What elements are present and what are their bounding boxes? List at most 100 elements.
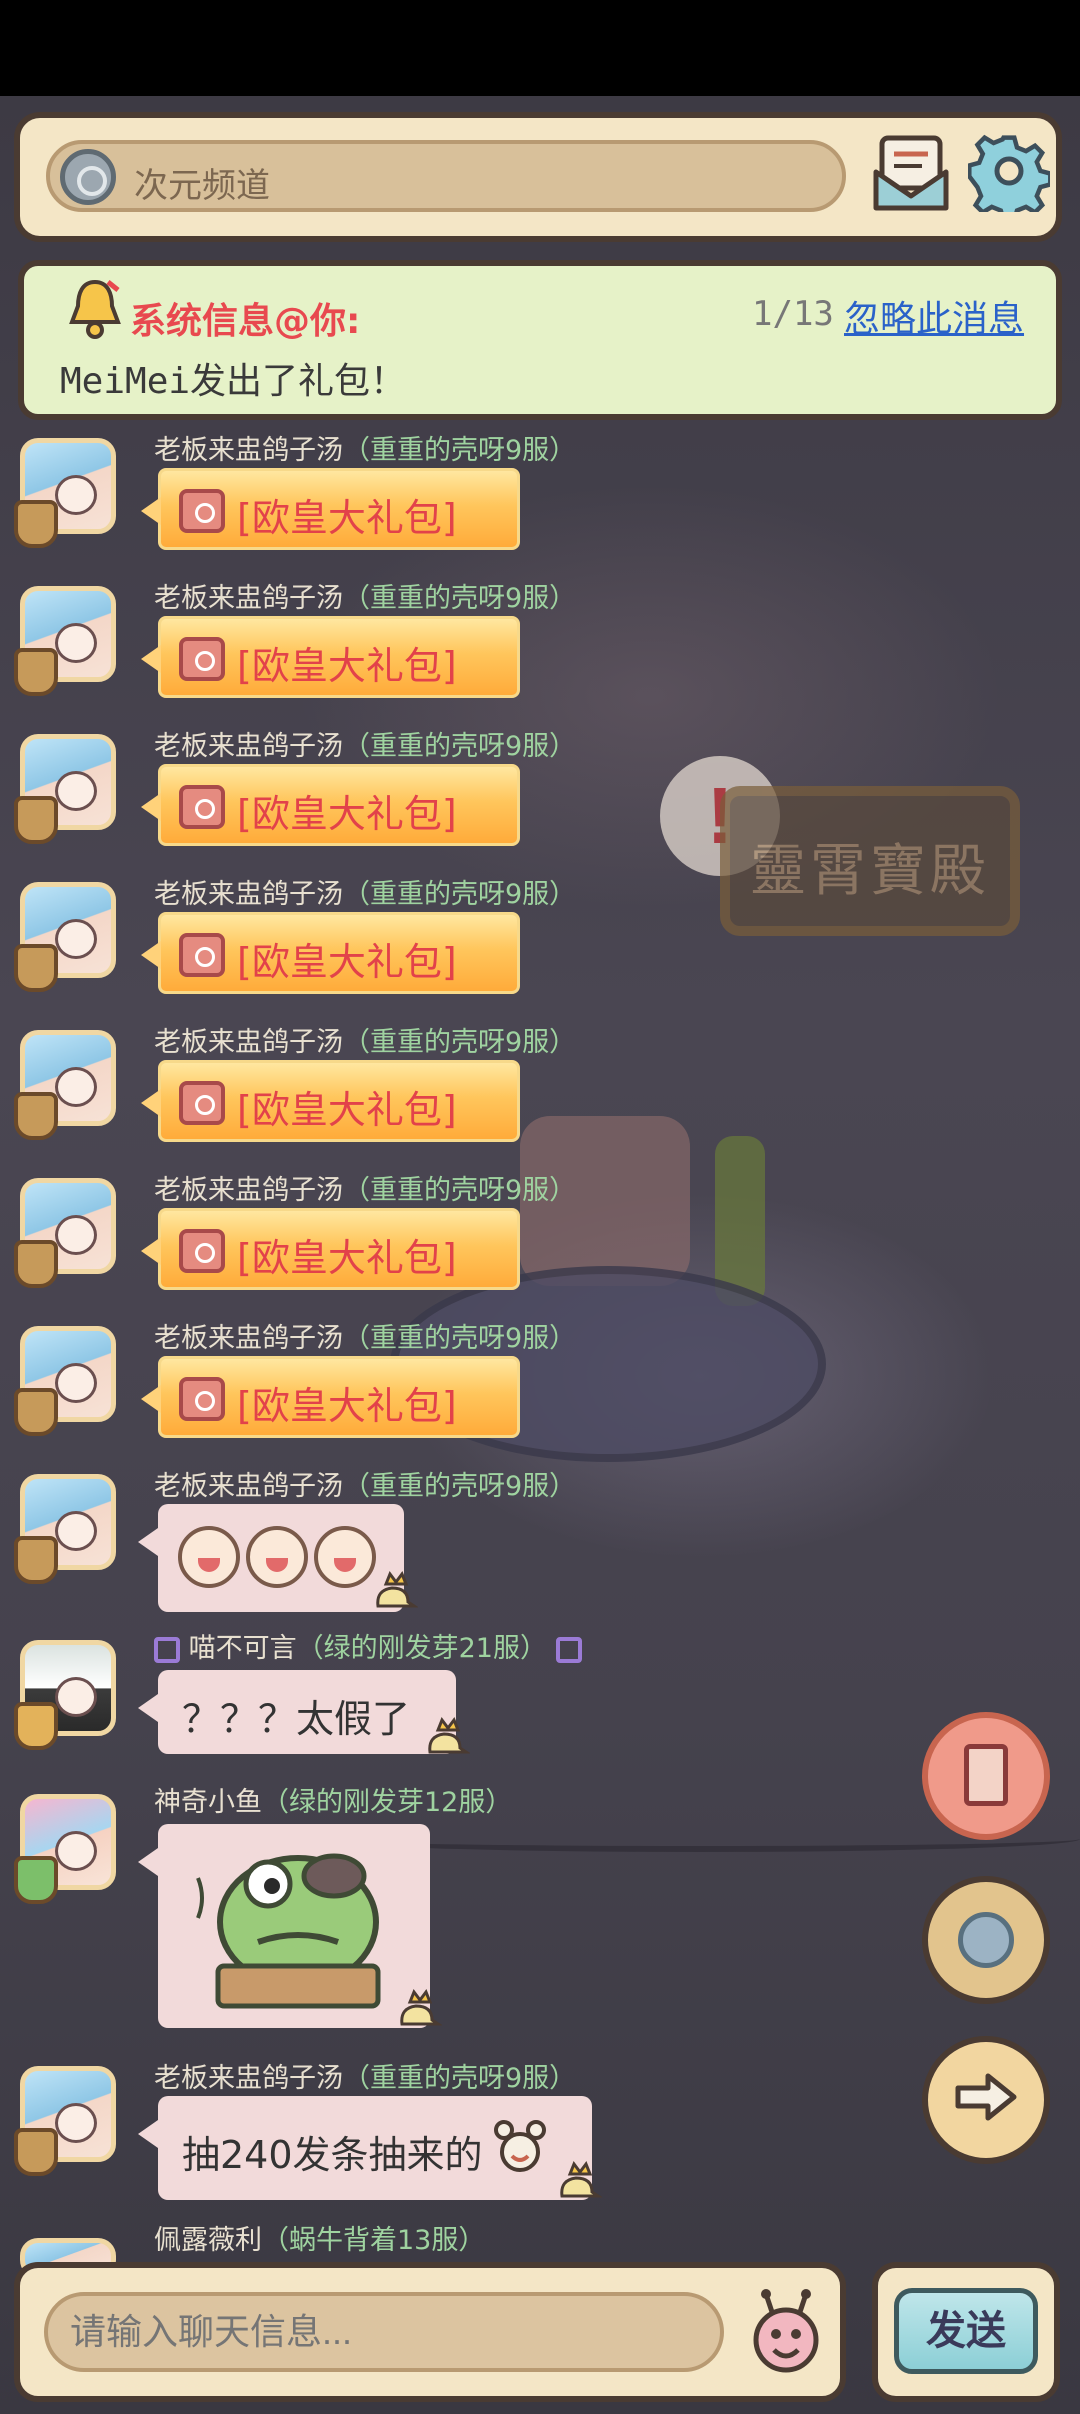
laughing-face-icon — [314, 1526, 376, 1588]
scroll-forward-button[interactable] — [922, 2036, 1050, 2164]
message-text: ？？？太假了 — [182, 1697, 411, 1741]
sender-name: 老板来盅鸽子汤 — [154, 1471, 343, 1502]
channel-name: 次元频道 — [134, 167, 270, 205]
gift-pack-label: [欧皇大礼包] — [237, 644, 457, 688]
gift-pack-bubble[interactable]: [欧皇大礼包] — [141, 912, 520, 994]
gift-pack-label: [欧皇大礼包] — [237, 1236, 457, 1280]
sender-server: （重重的壳呀9服） — [343, 731, 577, 762]
rank-badge-icon — [14, 1092, 58, 1140]
rank-badge-icon — [14, 944, 58, 992]
message-text: 抽240发条抽来的 — [182, 2133, 483, 2177]
sender-server: （重重的壳呀9服） — [343, 435, 577, 466]
channel-switch-button[interactable] — [922, 1876, 1050, 2004]
sender-server: （重重的壳呀9服） — [343, 879, 577, 910]
red-packet-button[interactable] — [922, 1712, 1050, 1840]
send-button-frame: 发送 — [872, 2262, 1060, 2402]
rank-badge-icon — [14, 1536, 58, 1584]
snail-crown-icon — [428, 1716, 470, 1754]
snail-crown-icon — [560, 2160, 602, 2198]
rank-badge-icon — [14, 1388, 58, 1436]
sticker-bubble[interactable] — [138, 1824, 430, 2028]
sender-line: 佩露薇利（蜗牛背着13服） — [154, 2218, 485, 2257]
sender-line: 老板来盅鸽子汤（重重的壳呀9服） — [154, 1168, 576, 1207]
gift-icon — [179, 1229, 225, 1273]
gift-icon — [179, 933, 225, 977]
rank-badge-icon — [14, 2128, 58, 2176]
avatar-face — [55, 623, 97, 663]
sender-line: 老板来盅鸽子汤（重重的壳呀9服） — [154, 576, 576, 615]
laughing-face-icon — [178, 1526, 240, 1588]
gear-icon[interactable] — [968, 130, 1050, 212]
gift-icon — [179, 1081, 225, 1125]
channel-selector[interactable]: 次元频道 — [46, 140, 846, 212]
avatar-face — [55, 1067, 97, 1107]
sender-line: 老板来盅鸽子汤（重重的壳呀9服） — [154, 1020, 576, 1059]
text-bubble[interactable]: 抽240发条抽来的 — [138, 2096, 592, 2200]
text-bubble[interactable]: ？？？太假了 — [138, 1670, 456, 1754]
sender-server: （重重的壳呀9服） — [343, 2063, 577, 2094]
rank-badge-icon — [14, 1856, 58, 1904]
ignore-message-link[interactable]: 忽略此消息 — [844, 290, 1024, 342]
rank-badge-icon — [14, 648, 58, 696]
sender-name: 佩露薇利 — [154, 2225, 262, 2256]
rank-badge-icon — [14, 500, 58, 548]
laughing-face-icon — [246, 1526, 308, 1588]
sender-server: （重重的壳呀9服） — [343, 1471, 577, 1502]
scene-sign-text: 靈霄寶殿 — [750, 839, 990, 904]
gift-pack-bubble[interactable]: [欧皇大礼包] — [141, 764, 520, 846]
avatar-face — [55, 771, 97, 811]
snail-crown-icon — [376, 1570, 418, 1608]
avatar-face — [55, 1363, 97, 1403]
gift-pack-label: [欧皇大礼包] — [237, 940, 457, 984]
gift-icon — [179, 489, 225, 533]
sender-server: （重重的壳呀9服） — [343, 1175, 577, 1206]
sender-server: （绿的刚发芽12服） — [262, 1787, 513, 1818]
sender-name: 老板来盅鸽子汤 — [154, 435, 343, 466]
sender-line: 老板来盅鸽子汤（重重的壳呀9服） — [154, 2056, 576, 2095]
sender-name: 老板来盅鸽子汤 — [154, 1323, 343, 1354]
chat-input-bar — [14, 2262, 846, 2402]
gift-pack-label: [欧皇大礼包] — [237, 1384, 457, 1428]
send-button[interactable]: 发送 — [894, 2288, 1038, 2374]
channel-icon — [958, 1912, 1014, 1968]
emoji-bubble[interactable] — [138, 1504, 404, 1612]
gift-icon — [179, 785, 225, 829]
gift-pack-bubble[interactable]: [欧皇大礼包] — [141, 1356, 520, 1438]
channel-header: 次元频道 — [14, 112, 1062, 242]
sender-line: 老板来盅鸽子汤（重重的壳呀9服） — [154, 428, 576, 467]
sender-name: 老板来盅鸽子汤 — [154, 731, 343, 762]
gift-pack-bubble[interactable]: [欧皇大礼包] — [141, 1208, 520, 1290]
channel-icon — [60, 149, 116, 205]
sender-line: 老板来盅鸽子汤（重重的壳呀9服） — [154, 872, 576, 911]
snail-emoji-icon[interactable] — [748, 2288, 824, 2376]
avatar-face — [55, 1677, 97, 1717]
sender-line: 老板来盅鸽子汤（重重的壳呀9服） — [154, 1464, 576, 1503]
scene-sign: 靈霄寶殿 — [720, 786, 1020, 936]
gift-pack-label: [欧皇大礼包] — [237, 1088, 457, 1132]
system-notice-body: MeiMei发出了礼包！ — [60, 361, 407, 402]
title-tag-icon — [154, 1636, 180, 1663]
red-packet-icon — [964, 1744, 1008, 1806]
mail-icon[interactable] — [872, 132, 950, 214]
sender-line: 老板来盅鸽子汤（重重的壳呀9服） — [154, 724, 576, 763]
sender-name: 老板来盅鸽子汤 — [154, 1175, 343, 1206]
sender-line: 神奇小鱼（绿的刚发芽12服） — [154, 1780, 512, 1819]
sender-name: 老板来盅鸽子汤 — [154, 1027, 343, 1058]
sender-line: 老板来盅鸽子汤（重重的壳呀9服） — [154, 1316, 576, 1355]
sender-name: 神奇小鱼 — [154, 1787, 262, 1818]
gift-icon — [179, 637, 225, 681]
gift-pack-bubble[interactable]: [欧皇大礼包] — [141, 468, 520, 550]
avatar-face — [55, 1511, 97, 1551]
arrow-right-icon — [955, 2073, 1017, 2121]
avatar-face — [55, 475, 97, 515]
rank-badge-icon — [14, 1702, 58, 1750]
rank-badge-icon — [14, 1240, 58, 1288]
chat-input[interactable] — [44, 2292, 724, 2372]
sender-server: （蜗牛背着13服） — [262, 2225, 486, 2256]
gift-pack-bubble[interactable]: [欧皇大礼包] — [141, 1060, 520, 1142]
gift-pack-label: [欧皇大礼包] — [237, 496, 457, 540]
gift-pack-bubble[interactable]: [欧皇大礼包] — [141, 616, 520, 698]
system-notice-title: 系统信息@你: — [130, 301, 361, 342]
sender-line: 喵不可言（绿的刚发芽21服） — [154, 1626, 582, 1665]
sender-server: （重重的壳呀9服） — [343, 1027, 577, 1058]
